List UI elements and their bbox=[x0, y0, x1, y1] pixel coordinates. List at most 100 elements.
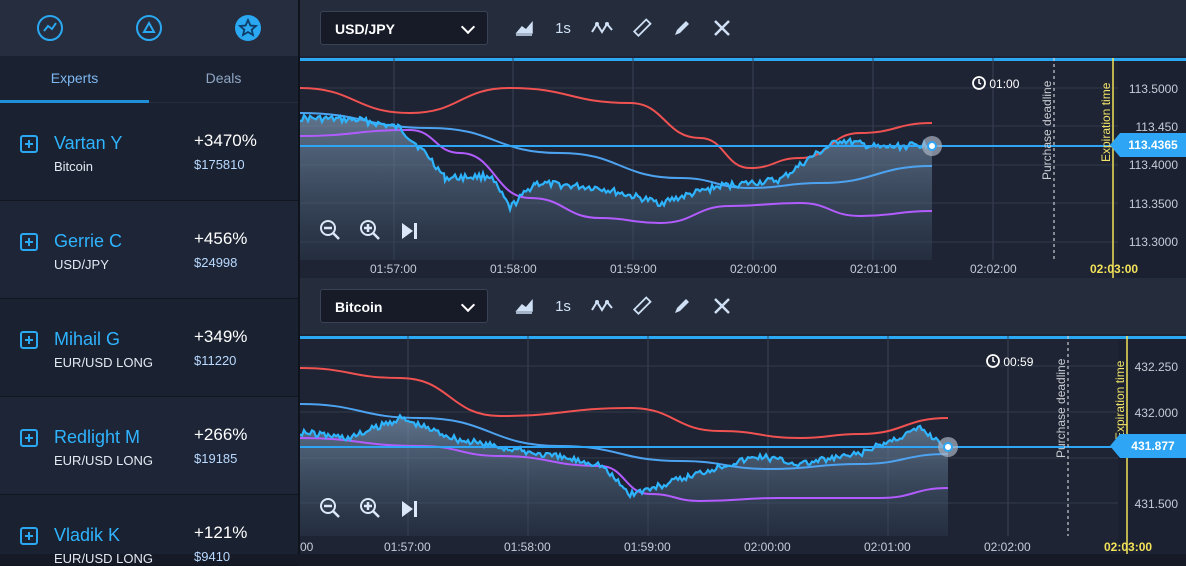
x-tick: 00 bbox=[300, 540, 314, 554]
chart-type-icon[interactable] bbox=[512, 294, 536, 318]
y-tick: 432.250 bbox=[1134, 360, 1178, 374]
y-tick: 432.000 bbox=[1134, 406, 1178, 420]
clock-icon bbox=[986, 354, 1000, 368]
ruler-icon[interactable] bbox=[630, 16, 654, 40]
asset-select[interactable]: USD/JPY bbox=[320, 11, 488, 45]
ruler-icon[interactable] bbox=[630, 294, 654, 318]
y-tick: 113.5000 bbox=[1128, 82, 1178, 96]
chevron-down-icon bbox=[460, 19, 476, 35]
y-tick: 113.4000 bbox=[1128, 158, 1178, 172]
purchase-deadline-label: Purchase deadline bbox=[1040, 80, 1054, 180]
expert-asset: Bitcoin bbox=[54, 159, 94, 174]
close-icon[interactable] bbox=[710, 16, 734, 40]
expert-row[interactable]: Vladik K EUR/USD LONG +121% $9410 bbox=[0, 495, 298, 566]
y-tick: 113.3500 bbox=[1128, 197, 1178, 211]
timer-value: 00:59 bbox=[1003, 355, 1034, 369]
area-fill bbox=[300, 115, 932, 260]
timer: 00:59 bbox=[986, 354, 1033, 369]
add-icon[interactable] bbox=[20, 233, 38, 251]
chart-type-icon[interactable] bbox=[512, 16, 536, 40]
expert-percent: +349% bbox=[194, 327, 248, 346]
expert-amount: $24998 bbox=[194, 255, 238, 270]
experts-icon[interactable] bbox=[35, 13, 65, 43]
chart-panel-bitcoin: Bitcoin 1s 00:59 Purchase deadline Expir… bbox=[300, 278, 1186, 554]
expiration-time-label: Expiration time bbox=[1113, 360, 1127, 440]
clock-icon bbox=[972, 76, 986, 90]
timer-value: 01:00 bbox=[989, 77, 1020, 91]
expert-name: Gerrie C bbox=[54, 231, 123, 251]
x-tick: 02:01:00 bbox=[850, 262, 897, 276]
chart-panel-usdjpy: USD/JPY 1s 01:00 Purchase deadline Expir… bbox=[300, 0, 1186, 278]
tab-experts[interactable]: Experts bbox=[0, 56, 149, 102]
expert-asset: EUR/USD LONG bbox=[54, 453, 153, 468]
expert-amount: $175810 bbox=[194, 157, 245, 172]
expert-row[interactable]: Vartan Y Bitcoin +3470% $175810 bbox=[0, 103, 298, 201]
expert-name: Vladik K bbox=[54, 525, 121, 545]
pencil-icon[interactable] bbox=[670, 294, 694, 318]
expert-row[interactable]: Redlight M EUR/USD LONG +266% $19185 bbox=[0, 397, 298, 495]
y-tick: 431.500 bbox=[1134, 497, 1178, 511]
expert-asset: EUR/USD LONG bbox=[54, 355, 153, 370]
chart-toolbar: Bitcoin 1s bbox=[300, 278, 1186, 334]
pencil-icon[interactable] bbox=[670, 16, 694, 40]
x-tick-expiration: 02:03:00 bbox=[1104, 540, 1153, 554]
deals-icon[interactable] bbox=[134, 13, 164, 43]
x-tick-expiration: 02:03:00 bbox=[1090, 262, 1139, 276]
expert-row[interactable]: Gerrie C USD/JPY +456% $24998 bbox=[0, 201, 298, 299]
skip-to-end-icon[interactable] bbox=[398, 498, 420, 525]
current-point bbox=[927, 141, 937, 151]
add-icon[interactable] bbox=[20, 331, 38, 349]
skip-to-end-icon[interactable] bbox=[398, 220, 420, 247]
x-tick: 02:00:00 bbox=[730, 262, 777, 276]
asset-select-value: USD/JPY bbox=[335, 21, 395, 37]
sidebar-tabs: Experts Deals bbox=[0, 56, 298, 103]
expert-asset: USD/JPY bbox=[54, 257, 109, 272]
current-price-tag: 431.877 bbox=[1110, 434, 1186, 458]
y-tick: 113.450 bbox=[1135, 120, 1179, 134]
panel-top-border bbox=[300, 58, 1186, 61]
indicators-icon[interactable] bbox=[590, 294, 614, 318]
expert-percent: +266% bbox=[194, 425, 248, 444]
sidebar: Experts Deals Vartan Y Bitcoin +3470% $1… bbox=[0, 0, 300, 566]
chevron-down-icon bbox=[460, 297, 476, 313]
expert-row[interactable]: Mihail G EUR/USD LONG +349% $11220 bbox=[0, 299, 298, 397]
expert-name: Vartan Y bbox=[54, 133, 123, 153]
x-tick: 01:57:00 bbox=[384, 540, 431, 554]
tab-deals[interactable]: Deals bbox=[149, 56, 298, 102]
expert-amount: $11220 bbox=[194, 353, 237, 368]
close-icon[interactable] bbox=[710, 294, 734, 318]
add-icon[interactable] bbox=[20, 527, 38, 545]
x-tick: 02:00:00 bbox=[744, 540, 791, 554]
y-tick: 113.3000 bbox=[1128, 235, 1178, 249]
interval-button[interactable]: 1s bbox=[550, 16, 576, 40]
star-icon[interactable] bbox=[233, 13, 263, 43]
zoom-out-icon[interactable] bbox=[318, 218, 342, 247]
interval-button[interactable]: 1s bbox=[550, 294, 576, 318]
expert-asset: EUR/USD LONG bbox=[54, 551, 153, 566]
expert-percent: +121% bbox=[194, 523, 248, 542]
expert-percent: +456% bbox=[194, 229, 248, 248]
add-icon[interactable] bbox=[20, 429, 38, 447]
expert-amount: $19185 bbox=[194, 451, 238, 466]
x-tick: 02:02:00 bbox=[970, 262, 1017, 276]
asset-select[interactable]: Bitcoin bbox=[320, 289, 488, 323]
zoom-out-icon[interactable] bbox=[318, 496, 342, 525]
zoom-in-icon[interactable] bbox=[358, 218, 382, 247]
chart-toolbar: USD/JPY 1s bbox=[300, 0, 1186, 56]
panel-top-border bbox=[300, 336, 1186, 339]
x-tick: 01:59:00 bbox=[624, 540, 671, 554]
x-tick: 01:57:00 bbox=[370, 262, 417, 276]
expert-amount: $9410 bbox=[194, 549, 231, 564]
x-tick: 01:58:00 bbox=[504, 540, 551, 554]
timer: 01:00 bbox=[972, 76, 1019, 91]
x-tick: 01:59:00 bbox=[610, 262, 657, 276]
experts-list: Vartan Y Bitcoin +3470% $175810 Gerrie C… bbox=[0, 103, 298, 566]
sidebar-top bbox=[0, 0, 298, 56]
expert-percent: +3470% bbox=[194, 131, 257, 150]
zoom-in-icon[interactable] bbox=[358, 496, 382, 525]
indicators-icon[interactable] bbox=[590, 16, 614, 40]
purchase-deadline-label: Purchase deadline bbox=[1054, 358, 1068, 458]
x-tick: 02:02:00 bbox=[984, 540, 1031, 554]
expert-name: Redlight M bbox=[54, 427, 141, 447]
add-icon[interactable] bbox=[20, 135, 38, 153]
